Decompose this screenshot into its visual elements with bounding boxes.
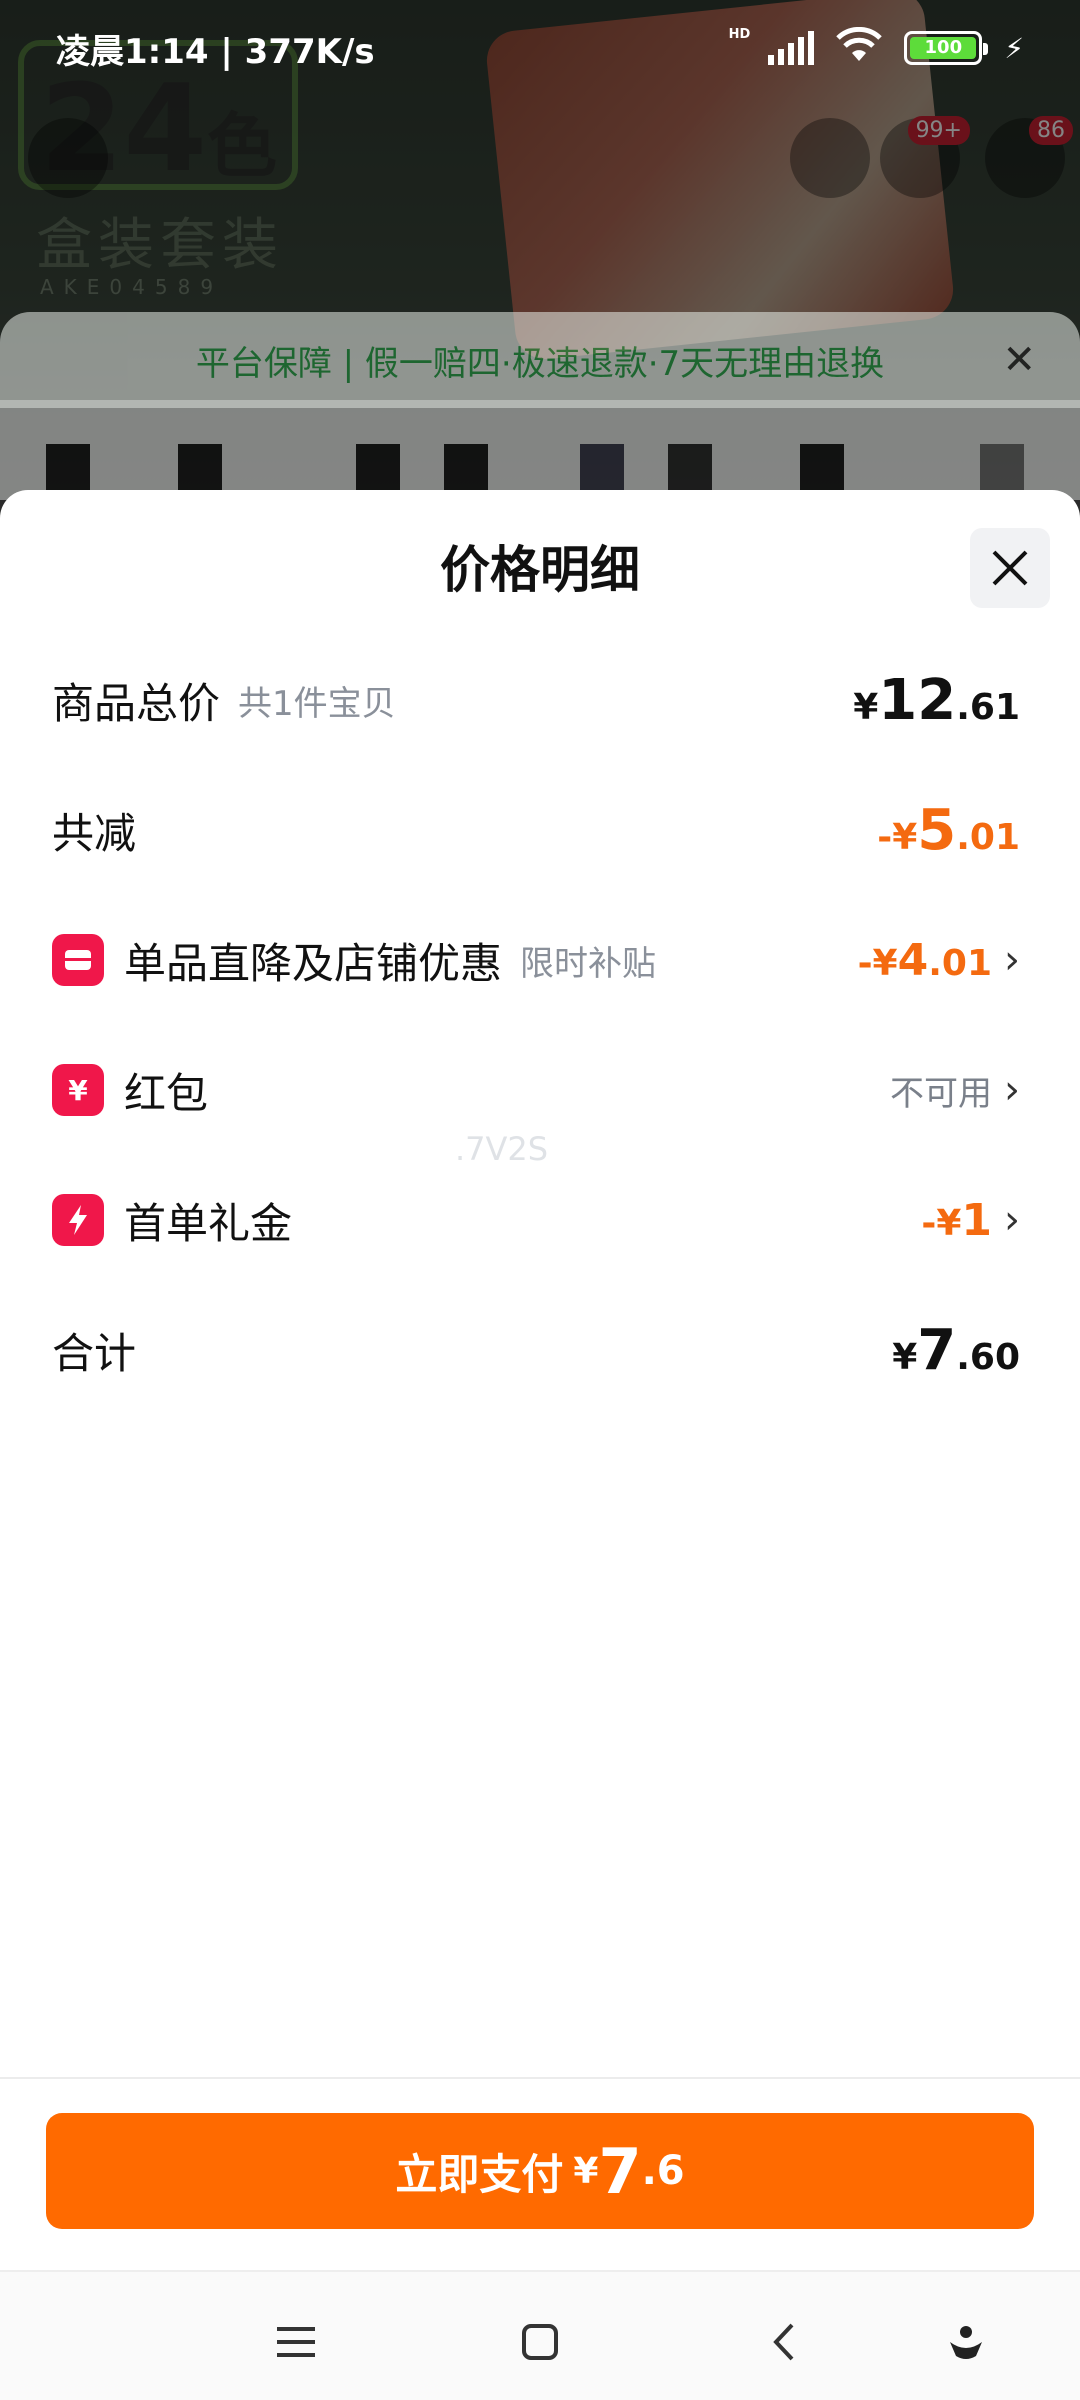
row-red-packet[interactable]: ¥ 红包 不可用 › [52,1050,1020,1130]
reduction-amount: -¥ 5.01 [877,797,1020,863]
price-detail-sheet: 价格明细 商品总价 共1件宝贝 ¥12.61 共减 -¥ 5.01 单品直降及店铺… [0,490,1080,2400]
hd-indicator: HD [728,26,751,42]
row-label: 单品直降及店铺优惠 [124,938,503,988]
red-packet-icon: ¥ [52,1064,104,1116]
row-total-reduction: 共减 -¥ 5.01 [52,790,1020,870]
system-nav-bar [0,2270,1080,2400]
row-goods-total: 商品总价 共1件宝贝 ¥12.61 [52,660,1020,740]
chevron-right-icon: › [1004,1197,1020,1243]
guarantee-text: 平台保障 | 假一赔四·极速退款·7天无理由退换 [195,343,885,384]
store-icon [52,934,104,986]
assistant-icon[interactable] [926,2302,1006,2382]
red-packet-status: 不可用 [890,1073,992,1114]
battery-icon: 100 [904,31,989,65]
gift-bolt-icon [52,1194,104,1246]
back-icon[interactable] [744,2302,824,2382]
close-button[interactable] [970,528,1050,608]
charging-icon: ⚡ [1004,31,1024,65]
row-sub: 共1件宝贝 [238,683,396,724]
sheet-title: 价格明细 [440,541,640,599]
store-discount-amount: -¥ 4.01 [857,934,992,986]
menu-icon[interactable] [256,2302,336,2382]
close-icon: ✕ [1002,337,1036,383]
first-order-gift-amount: -¥ 1 [921,1194,992,1246]
color-swatches [0,400,1080,500]
row-label: 合计 [52,1328,137,1378]
row-store-discount[interactable]: 单品直降及店铺优惠 限时补贴 -¥ 4.01 › [52,920,1020,1000]
status-time: 凌晨1:14 | 377K/s [56,31,375,72]
divider [0,2077,1080,2079]
chevron-right-icon: › [1004,937,1020,983]
grand-total-amount: ¥7.60 [892,1317,1020,1383]
pay-button-label: 立即支付 [395,2149,564,2199]
goods-total-amount: ¥12.61 [853,667,1020,733]
wifi-icon [836,26,883,70]
close-icon [992,550,1028,586]
row-label: 红包 [124,1068,209,1118]
row-first-order-gift[interactable]: 首单礼金 -¥ 1 › [52,1180,1020,1260]
home-icon[interactable] [500,2302,580,2382]
watermark: .7V2S [455,1130,549,1168]
status-bar: 凌晨1:14 | 377K/s HD 100 ⚡ [0,0,1080,96]
row-label: 首单礼金 [124,1198,293,1248]
battery-level: 100 [910,37,977,59]
chevron-right-icon: › [1004,1067,1020,1113]
row-sub: 限时补贴 [520,943,657,984]
guarantee-banner: 平台保障 | 假一赔四·极速退款·7天无理由退换 ✕ [0,312,1080,408]
row-label: 共减 [52,808,137,858]
row-label: 商品总价 [52,678,221,728]
row-grand-total: 合计 ¥7.60 [52,1310,1020,1390]
pay-now-button[interactable]: 立即支付 ¥ 7 .6 [46,2113,1034,2229]
signal-icon [768,31,815,65]
